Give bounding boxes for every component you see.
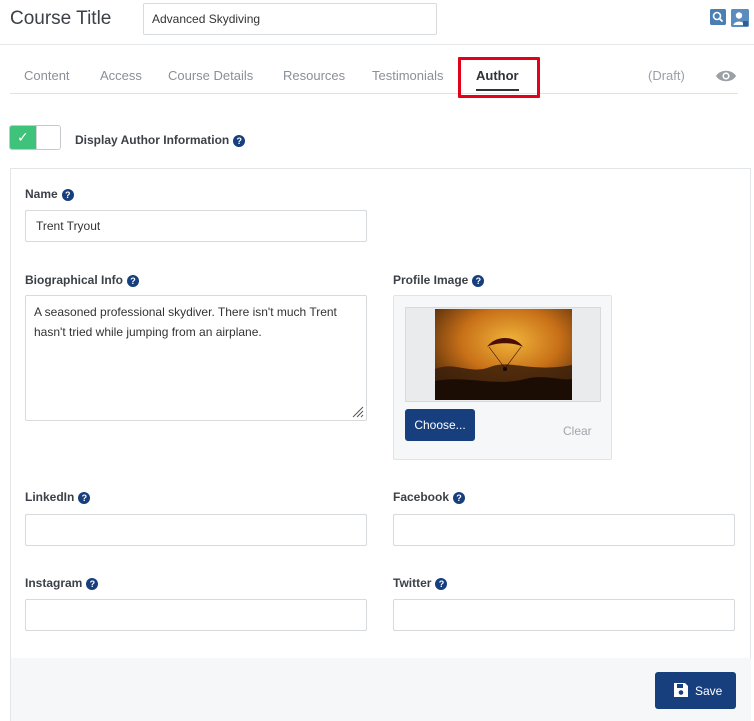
linkedin-label: LinkedIn — [25, 490, 75, 504]
facebook-input[interactable] — [393, 514, 735, 546]
help-icon[interactable]: ? — [127, 274, 140, 287]
tab-access[interactable]: Access — [100, 68, 142, 83]
help-icon[interactable]: ? — [233, 134, 246, 147]
toggle-knob — [36, 126, 60, 149]
twitter-input[interactable] — [393, 599, 735, 631]
user-profile-icon[interactable] — [731, 9, 749, 27]
bio-label: Biographical Info — [25, 273, 124, 287]
help-icon[interactable]: ? — [472, 274, 485, 287]
twitter-label-wrap: Twitter? — [393, 576, 448, 590]
tab-content[interactable]: Content — [24, 68, 70, 83]
profile-image-label: Profile Image — [393, 273, 469, 287]
linkedin-input[interactable] — [25, 514, 367, 546]
name-label: Name — [25, 187, 58, 201]
help-icon[interactable]: ? — [78, 491, 91, 504]
instagram-input[interactable] — [25, 599, 367, 631]
toggle-on-state: ✓ — [10, 126, 36, 149]
help-icon[interactable]: ? — [61, 188, 74, 201]
header-bar: Course Title — [0, 0, 754, 45]
facebook-label: Facebook — [393, 490, 450, 504]
tab-highlight-box — [458, 57, 540, 98]
help-icon[interactable]: ? — [435, 577, 448, 590]
course-title-label: Course Title — [10, 8, 112, 29]
course-title-input[interactable] — [143, 3, 437, 35]
status-badge: (Draft) — [648, 68, 685, 83]
floppy-disk-icon — [673, 682, 689, 698]
help-icon[interactable]: ? — [86, 577, 99, 590]
display-author-toggle[interactable]: ✓ — [9, 125, 61, 150]
twitter-label: Twitter — [393, 576, 432, 590]
profile-image-thumbnail — [435, 309, 572, 400]
choose-image-button[interactable]: Choose... — [405, 409, 475, 441]
save-button-label: Save — [695, 684, 723, 698]
tab-bar: Content Access Course Details Resources … — [10, 58, 738, 94]
tab-resources[interactable]: Resources — [283, 68, 345, 83]
bio-label-wrap: Biographical Info? — [25, 273, 140, 287]
instagram-label-wrap: Instagram? — [25, 576, 99, 590]
tab-course-details[interactable]: Course Details — [168, 68, 253, 83]
help-icon[interactable]: ? — [453, 491, 466, 504]
search-icon[interactable] — [710, 9, 726, 25]
eye-icon[interactable] — [715, 69, 737, 83]
clear-image-link[interactable]: Clear — [563, 424, 592, 438]
save-button[interactable]: Save — [655, 672, 736, 709]
resize-grip-icon[interactable] — [350, 404, 364, 418]
profile-image-label-wrap: Profile Image? — [393, 273, 485, 287]
form-footer — [10, 658, 751, 721]
tab-testimonials[interactable]: Testimonials — [372, 68, 444, 83]
instagram-label: Instagram — [25, 576, 83, 590]
name-input[interactable] — [25, 210, 367, 242]
facebook-label-wrap: Facebook? — [393, 490, 466, 504]
check-icon: ✓ — [17, 129, 29, 145]
toggle-label-wrap: Display Author Information? — [75, 133, 246, 147]
author-form-card — [10, 168, 751, 721]
linkedin-label-wrap: LinkedIn? — [25, 490, 91, 504]
display-author-label: Display Author Information — [75, 133, 230, 147]
bio-textarea[interactable]: A seasoned professional skydiver. There … — [25, 295, 367, 421]
name-label-wrap: Name? — [25, 187, 74, 201]
